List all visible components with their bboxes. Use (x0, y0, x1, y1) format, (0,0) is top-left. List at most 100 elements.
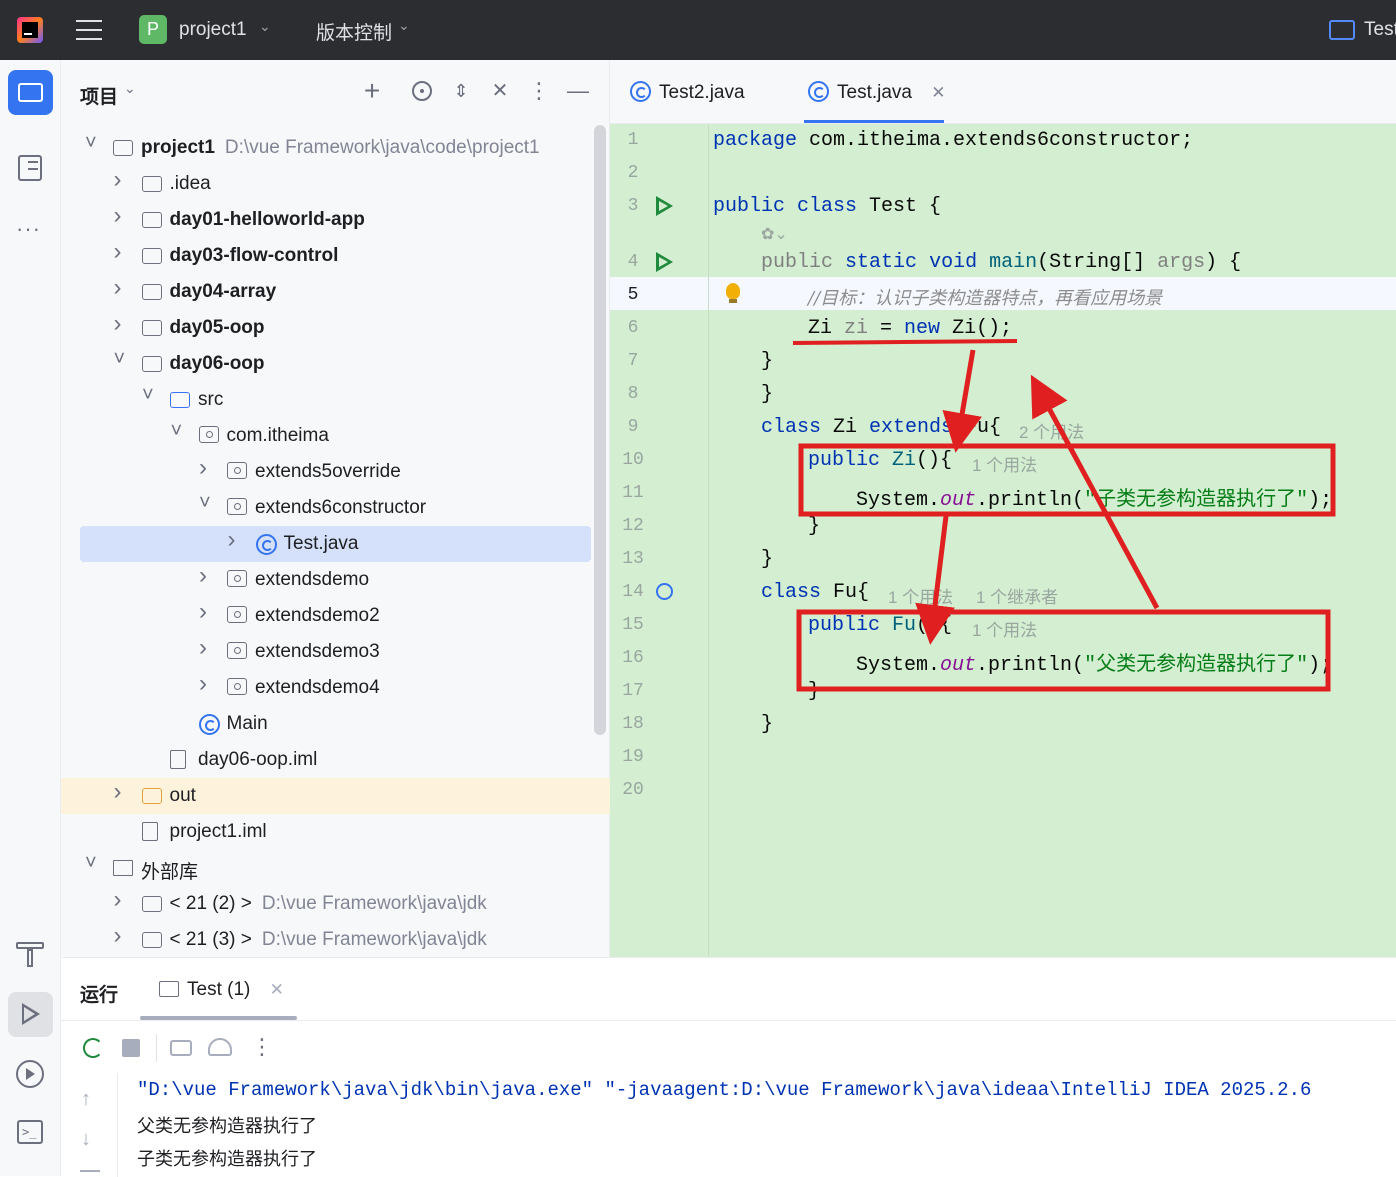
line-number[interactable]: 18 (610, 714, 656, 734)
close-icon[interactable]: ✕ (270, 980, 284, 999)
tab-test2-java[interactable]: Test2.java (630, 81, 745, 104)
tree-row[interactable]: › extendsdemo2 (61, 598, 610, 634)
line-number[interactable]: 19 (610, 747, 656, 767)
chevron-right-icon[interactable]: › (199, 454, 207, 482)
tab-test-java[interactable]: Test.java ✕ (808, 81, 946, 104)
line-number[interactable]: 13 (610, 549, 656, 569)
ai-inlay-icon[interactable]: ✿⌄ (761, 224, 788, 244)
line-number[interactable]: 16 (610, 648, 656, 668)
tree-row[interactable]: › extends5override (61, 454, 610, 490)
line-number[interactable]: 9 (610, 417, 656, 437)
line-number[interactable]: 17 (610, 681, 656, 701)
chevron-right-icon[interactable]: › (114, 922, 122, 950)
chevron-right-icon[interactable]: › (114, 310, 122, 338)
usage-hint[interactable]: 1 个用法 (972, 451, 1037, 476)
implemented-gutter-icon[interactable] (656, 583, 673, 600)
lightbulb-icon[interactable] (726, 283, 740, 299)
minimize-icon[interactable]: — (563, 76, 593, 106)
tree-row[interactable]: Main (61, 706, 610, 742)
tree-row[interactable]: › < 21 (3) > D:\vue Framework\java\jdk (61, 922, 610, 958)
tree-row[interactable]: › day04-array (61, 274, 610, 310)
build-icon[interactable] (16, 940, 44, 970)
line-number[interactable]: 20 (610, 780, 656, 800)
scroll-down-icon[interactable]: ↓ (81, 1128, 91, 1151)
profiler-icon[interactable] (208, 1038, 232, 1056)
line-number[interactable]: 15 (610, 615, 656, 635)
chevron-right-icon[interactable]: › (114, 202, 122, 230)
chevron-right-icon[interactable]: › (114, 274, 122, 302)
chevron-down-icon[interactable]: ˅ (85, 132, 97, 155)
chevron-down-icon[interactable]: ˅ (85, 852, 97, 875)
line-number[interactable]: 3 (610, 196, 656, 216)
tree-row[interactable]: ˅ extends6constructor (61, 490, 610, 526)
more-icon[interactable]: ··· (16, 216, 41, 242)
add-icon[interactable]: + (357, 76, 387, 106)
chevron-right-icon[interactable]: › (114, 778, 122, 806)
tree-row[interactable]: › day01-helloworld-app (61, 202, 610, 238)
line-number[interactable]: 14 (610, 582, 656, 602)
project-panel-title[interactable]: 项目 (80, 82, 118, 109)
project-tool-button[interactable] (8, 70, 53, 115)
tree-row[interactable]: project1.iml (61, 814, 610, 850)
chevron-down-icon[interactable]: ˅ (199, 492, 211, 515)
tree-row[interactable]: › extendsdemo3 (61, 634, 610, 670)
line-number[interactable]: 2 (610, 163, 656, 183)
close-icon[interactable]: ✕ (931, 83, 945, 102)
collapse-all-icon[interactable]: ✕ (485, 76, 515, 106)
usage-hint[interactable]: 1 个用法 (888, 583, 953, 608)
line-number[interactable]: 11 (610, 483, 656, 503)
chevron-right-icon[interactable]: › (114, 238, 122, 266)
intellij-logo-icon[interactable] (17, 17, 43, 43)
line-number[interactable]: 8 (610, 384, 656, 404)
terminal-icon[interactable]: >_ (17, 1120, 43, 1144)
tree-row[interactable]: day06-oop.iml (61, 742, 610, 778)
chevron-down-icon[interactable]: ⌄ (124, 80, 136, 97)
tree-row[interactable]: › day05-oop (61, 310, 610, 346)
line-number[interactable]: 1 (610, 130, 656, 150)
tree-row[interactable]: › extendsdemo4 (61, 670, 610, 706)
services-icon[interactable] (16, 1060, 44, 1088)
line-number[interactable]: 12 (610, 516, 656, 536)
run-tab[interactable]: Test (1) ✕ (159, 979, 284, 1001)
tree-row[interactable]: ˅ com.itheima (61, 418, 610, 454)
options-icon[interactable]: ⋮ (524, 76, 554, 106)
expand-all-icon[interactable]: ⇕ (446, 76, 476, 106)
tree-row[interactable]: › < 21 (2) > D:\vue Framework\java\jdk (61, 886, 610, 922)
project-widget[interactable]: P project1 ⌄ (139, 15, 279, 45)
tree-scrollbar[interactable] (594, 125, 606, 735)
chevron-right-icon[interactable]: › (114, 166, 122, 194)
chevron-right-icon[interactable]: › (199, 634, 207, 662)
structure-icon[interactable] (18, 155, 42, 181)
line-number[interactable]: 6 (610, 318, 656, 338)
tree-row[interactable]: ˅ project1 D:\vue Framework\java\code\proj… (61, 130, 610, 166)
run-panel-title[interactable]: 运行 (80, 980, 118, 1007)
tree-row[interactable]: ˅ src (61, 382, 610, 418)
scroll-up-icon[interactable]: ↑ (81, 1088, 91, 1111)
tree-row[interactable]: › .idea (61, 166, 610, 202)
chevron-down-icon[interactable]: ˅ (114, 348, 126, 371)
tree-row[interactable]: › out (61, 778, 610, 814)
chevron-right-icon[interactable]: › (114, 886, 122, 914)
chevron-down-icon[interactable]: ˅ (171, 420, 183, 443)
chevron-right-icon[interactable]: › (199, 670, 207, 698)
main-menu-icon[interactable] (76, 20, 102, 40)
chevron-right-icon[interactable]: › (199, 598, 207, 626)
tree-row[interactable]: ˅ 外部库 (61, 850, 610, 886)
stop-icon[interactable] (122, 1039, 140, 1057)
chevron-right-icon[interactable]: › (199, 562, 207, 590)
usage-hint[interactable]: 2 个用法 (1019, 418, 1084, 443)
tree-row[interactable]: › extendsdemo (61, 562, 610, 598)
run-config-widget[interactable]: Test (1329, 18, 1396, 44)
chevron-right-icon[interactable]: › (228, 526, 236, 554)
vcs-widget[interactable]: 版本控制 ⌄ (316, 17, 416, 44)
line-number[interactable]: 4 (610, 252, 656, 272)
locate-icon[interactable] (407, 76, 437, 106)
line-number[interactable]: 5 (610, 285, 656, 305)
camera-icon[interactable] (170, 1040, 192, 1056)
line-number[interactable]: 10 (610, 450, 656, 470)
tree-row[interactable]: › day03-flow-control (61, 238, 610, 274)
rerun-icon[interactable] (83, 1038, 103, 1058)
line-number[interactable]: 7 (610, 351, 656, 371)
inheritor-hint[interactable]: 1 个继承者 (976, 583, 1058, 608)
more-options-icon[interactable]: ⋮ (251, 1034, 273, 1060)
